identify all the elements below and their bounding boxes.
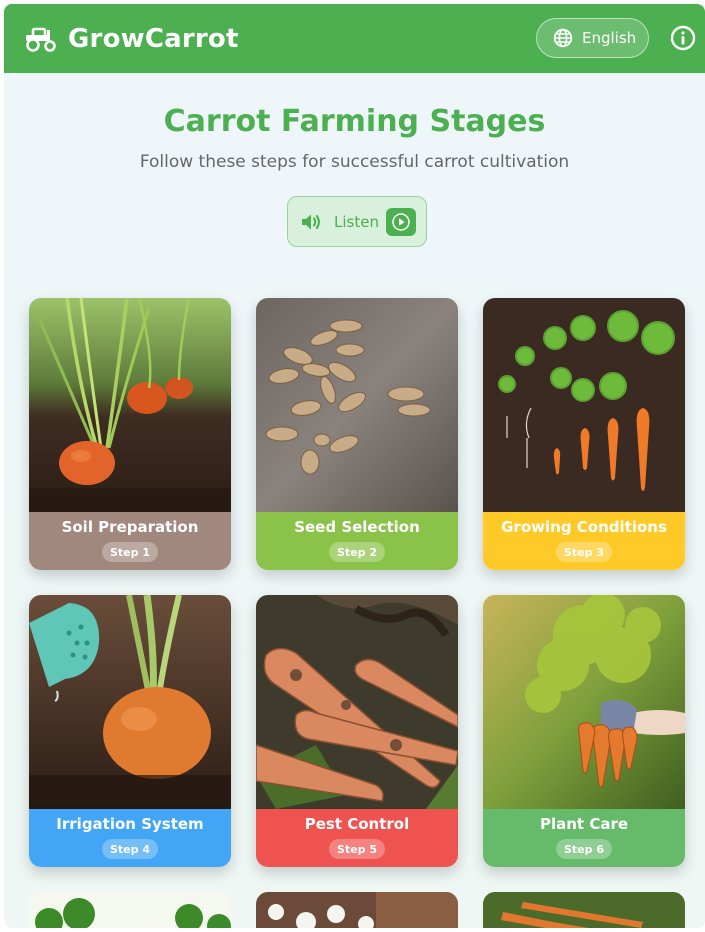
stage-card-soil-preparation[interactable]: Soil Preparation Step 1 bbox=[29, 298, 231, 570]
language-button[interactable]: English bbox=[536, 18, 649, 58]
step-badge: Step 3 bbox=[556, 542, 612, 562]
listen-button[interactable]: Listen bbox=[287, 196, 427, 247]
language-label: English bbox=[582, 29, 637, 47]
stage-title: Pest Control bbox=[304, 815, 410, 833]
app-header: GrowCarrot English bbox=[4, 4, 705, 73]
stage-card-seed-selection[interactable]: Seed Selection Step 2 bbox=[256, 298, 458, 570]
stage-card-partial[interactable] bbox=[256, 892, 458, 928]
soil-preparation-image bbox=[29, 298, 231, 512]
stage-card-irrigation-system[interactable]: Irrigation System Step 4 bbox=[29, 595, 231, 867]
stage-title: Plant Care bbox=[539, 815, 629, 833]
page-title: Carrot Farming Stages bbox=[163, 104, 546, 139]
stage-card-growing-conditions[interactable]: Growing Conditions Step 3 bbox=[483, 298, 685, 570]
seed-selection-image bbox=[256, 298, 458, 512]
step-badge: Step 5 bbox=[329, 839, 385, 859]
stage-card-pest-control[interactable]: Pest Control Step 5 bbox=[256, 595, 458, 867]
stage-card-partial[interactable] bbox=[29, 892, 231, 928]
stage-card-footer: Soil Preparation Step 1 bbox=[29, 512, 231, 570]
page-subtitle: Follow these steps for successful carrot… bbox=[139, 152, 570, 172]
plant-care-image bbox=[483, 595, 685, 809]
info-icon[interactable] bbox=[670, 25, 696, 51]
step-badge: Step 6 bbox=[556, 839, 612, 859]
stage-title: Irrigation System bbox=[56, 815, 204, 833]
play-button[interactable] bbox=[386, 208, 416, 236]
stage-card-footer: Pest Control Step 5 bbox=[256, 809, 458, 867]
listen-label: Listen bbox=[334, 212, 379, 231]
stage-card-footer: Irrigation System Step 4 bbox=[29, 809, 231, 867]
carrot-flower-image bbox=[256, 892, 458, 928]
pest-control-image bbox=[256, 595, 458, 809]
step-badge: Step 1 bbox=[102, 542, 158, 562]
stage-card-footer: Plant Care Step 6 bbox=[483, 809, 685, 867]
carrot-foliage-image bbox=[29, 892, 231, 928]
stage-card-footer: Seed Selection Step 2 bbox=[256, 512, 458, 570]
brand-name[interactable]: GrowCarrot bbox=[68, 24, 239, 54]
irrigation-system-image bbox=[29, 595, 231, 809]
stage-card-plant-care[interactable]: Plant Care Step 6 bbox=[483, 595, 685, 867]
stage-title: Seed Selection bbox=[294, 518, 420, 536]
step-badge: Step 2 bbox=[329, 542, 385, 562]
stage-title: Soil Preparation bbox=[61, 518, 199, 536]
stage-title: Growing Conditions bbox=[501, 518, 667, 536]
tractor-icon[interactable] bbox=[24, 25, 58, 53]
speaker-icon bbox=[302, 214, 320, 229]
harvested-carrots-image bbox=[483, 892, 685, 928]
stage-card-footer: Growing Conditions Step 3 bbox=[483, 512, 685, 570]
app-frame: GrowCarrot English Carrot Farming Stages… bbox=[4, 4, 705, 928]
stage-card-partial[interactable] bbox=[483, 892, 685, 928]
globe-icon bbox=[553, 28, 573, 48]
growing-conditions-image bbox=[483, 298, 685, 512]
play-icon bbox=[392, 213, 410, 231]
step-badge: Step 4 bbox=[102, 839, 158, 859]
